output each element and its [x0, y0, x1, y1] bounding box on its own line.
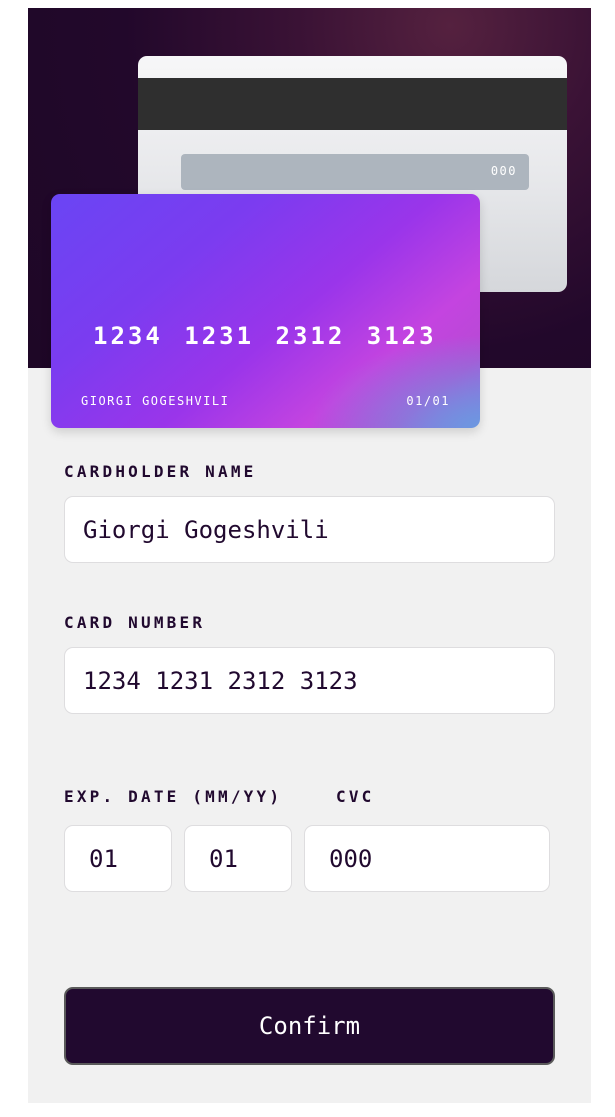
signature-strip: 000 — [181, 154, 529, 190]
card-front: 1234 1231 2312 3123 GIORGI GOGESHVILI 01… — [51, 194, 480, 428]
card-number-label: CARD NUMBER — [64, 613, 206, 632]
cvc-label: CVC — [336, 787, 375, 806]
exp-month-field[interactable]: 01 — [64, 825, 172, 892]
cardholder-name-label: CARDHOLDER NAME — [64, 462, 257, 481]
card-front-holder-name: GIORGI GOGESHVILI — [81, 394, 230, 408]
card-back-cvc: 000 — [490, 164, 517, 178]
confirm-button[interactable]: Confirm — [64, 987, 555, 1065]
exp-year-field[interactable]: 01 — [184, 825, 292, 892]
cardholder-name-field[interactable]: Giorgi Gogeshvili — [64, 496, 555, 563]
card-front-expiry: 01/01 — [406, 394, 450, 408]
cvc-field[interactable]: 000 — [304, 825, 550, 892]
card-number-field[interactable]: 1234 1231 2312 3123 — [64, 647, 555, 714]
card-front-number: 1234 1231 2312 3123 — [93, 322, 437, 350]
card-details-app: 000 1234 1231 2312 3123 GIORGI GOGESHVIL… — [28, 8, 591, 1103]
magnetic-stripe — [138, 78, 567, 130]
exp-date-label: EXP. DATE (MM/YY) — [64, 787, 283, 806]
